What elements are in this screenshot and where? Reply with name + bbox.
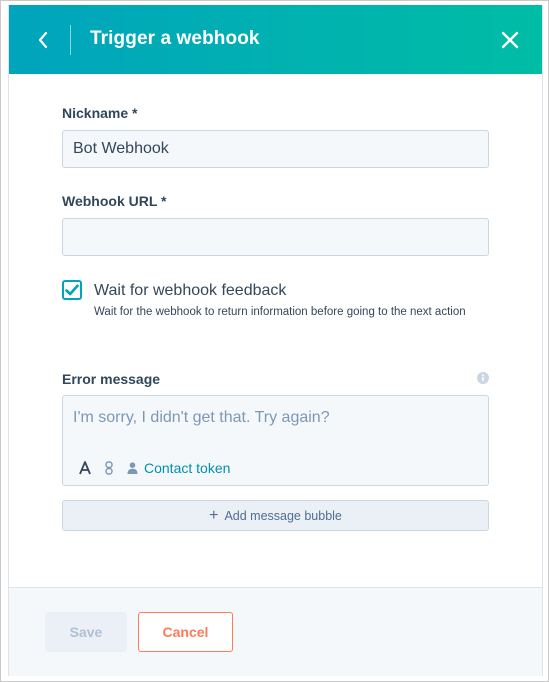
editor-toolbar: Contact token [79,459,230,477]
wait-feedback-label: Wait for webhook feedback [94,282,287,299]
panel-footer: Save Cancel [9,587,542,676]
checkmark-icon [65,284,79,296]
page-title: Trigger a webhook [90,28,260,49]
webhook-url-label: Webhook URL * [62,193,167,209]
cancel-button[interactable]: Cancel [138,612,233,652]
contact-token-label: Contact token [144,460,231,476]
person-icon [127,462,138,474]
link-icon [105,461,113,475]
add-message-bubble-button[interactable]: + Add message bubble [62,500,489,531]
nickname-input[interactable] [62,130,489,168]
contact-token-button[interactable]: Contact token [127,460,230,476]
save-button[interactable]: Save [45,612,127,652]
text-format-icon [79,461,91,475]
window-frame: Trigger a webhook Nickname * Webhook URL… [0,0,549,682]
info-icon[interactable] [477,372,489,384]
error-message-label: Error message [62,371,161,387]
close-icon [501,31,519,49]
close-button[interactable] [496,26,524,54]
webhook-url-input[interactable] [62,218,489,256]
error-message-editor[interactable]: I'm sorry, I didn't get that. Try again? [62,395,489,486]
header-divider [70,25,71,55]
add-message-bubble-label: Add message bubble [224,508,342,523]
insert-link-button[interactable] [105,461,113,475]
error-message-placeholder: I'm sorry, I didn't get that. Try again? [73,409,330,426]
webhook-panel: Trigger a webhook Nickname * Webhook URL… [8,5,543,676]
wait-feedback-checkbox[interactable] [62,280,82,300]
back-button[interactable] [29,26,57,54]
nickname-label: Nickname * [62,105,138,121]
chevron-left-icon [38,31,48,49]
plus-icon: + [209,506,219,524]
panel-header: Trigger a webhook [9,5,542,74]
text-format-button[interactable] [79,461,91,475]
wait-feedback-help: Wait for the webhook to return informati… [94,306,466,318]
